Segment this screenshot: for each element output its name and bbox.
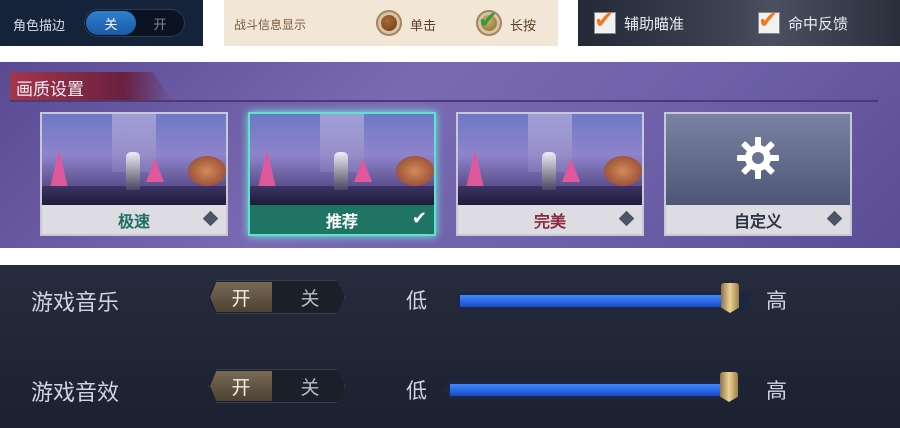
aim-feedback-settings: ✔ 辅助瞄准 ✔ 命中反馈 [578,0,900,46]
quality-option-label: 完美 [458,205,642,234]
sfx-low-label: 低 [406,379,427,403]
long-press-radio[interactable]: ✔ [476,6,502,36]
quality-option-label: 极速 [42,205,226,234]
battle-info-setting: 战斗信息显示 单击 ✔ 长按 [224,0,558,46]
battle-info-label: 战斗信息显示 [234,18,307,32]
check-icon: ✔ [594,6,615,34]
outline-toggle[interactable]: 关 开 [84,9,185,37]
sfx-toggle[interactable]: 开 关 [208,369,345,403]
music-slider-handle[interactable] [721,283,739,313]
outline-toggle-off-option[interactable]: 关 [86,11,136,35]
sfx-high-label: 高 [766,379,787,403]
music-low-label: 低 [406,289,427,313]
sfx-volume-slider[interactable] [444,381,740,399]
music-volume-fill [460,295,730,307]
aim-assist-checkbox[interactable]: ✔ [594,6,616,34]
audio-settings-panel: 游戏音乐 开 关 低 高 游戏音效 开 关 低 高 [0,265,900,428]
quality-settings-panel: 画质设置 极速 推荐 ✔ 完美 自定义 [0,62,900,248]
quality-option-custom[interactable]: 自定义 [666,114,850,234]
hit-feedback-label: 命中反馈 [788,15,849,33]
music-volume-slider[interactable] [454,292,750,310]
check-icon: ✔ [411,208,427,229]
music-on-option[interactable]: 开 [210,282,272,312]
scene-preview-image [250,114,434,205]
single-click-label: 单击 [410,19,437,34]
sfx-slider-handle[interactable] [720,372,738,402]
header-divider [10,100,878,102]
quality-option-label: 自定义 [666,205,850,234]
custom-preview [666,114,850,205]
sfx-off-option[interactable]: 关 [280,371,340,401]
quality-title: 画质设置 [16,80,84,100]
quality-option-speed[interactable]: 极速 [42,114,226,234]
scene-preview-image [458,114,642,205]
outline-setting: 角色描边 关 开 [0,0,203,46]
quality-option-perfect[interactable]: 完美 [458,114,642,234]
quality-option-label: 推荐 [250,205,434,234]
gear-icon [737,137,779,179]
aim-assist-label: 辅助瞄准 [624,15,685,33]
outline-toggle-on-option[interactable]: 开 [136,11,184,35]
long-press-label: 长按 [510,19,537,34]
sfx-label: 游戏音效 [31,381,120,406]
music-off-option[interactable]: 关 [280,282,340,312]
single-click-radio[interactable] [376,10,402,36]
music-high-label: 高 [766,289,787,313]
check-icon: ✔ [478,6,499,34]
sfx-volume-fill [450,384,729,396]
check-icon: ✔ [758,6,779,34]
sfx-on-option[interactable]: 开 [210,371,272,401]
hit-feedback-checkbox[interactable]: ✔ [758,6,780,34]
outline-label: 角色描边 [13,19,66,34]
scene-preview-image [42,114,226,205]
music-label: 游戏音乐 [31,291,120,316]
quality-option-recommended[interactable]: 推荐 ✔ [250,114,434,234]
music-toggle[interactable]: 开 关 [208,280,345,314]
